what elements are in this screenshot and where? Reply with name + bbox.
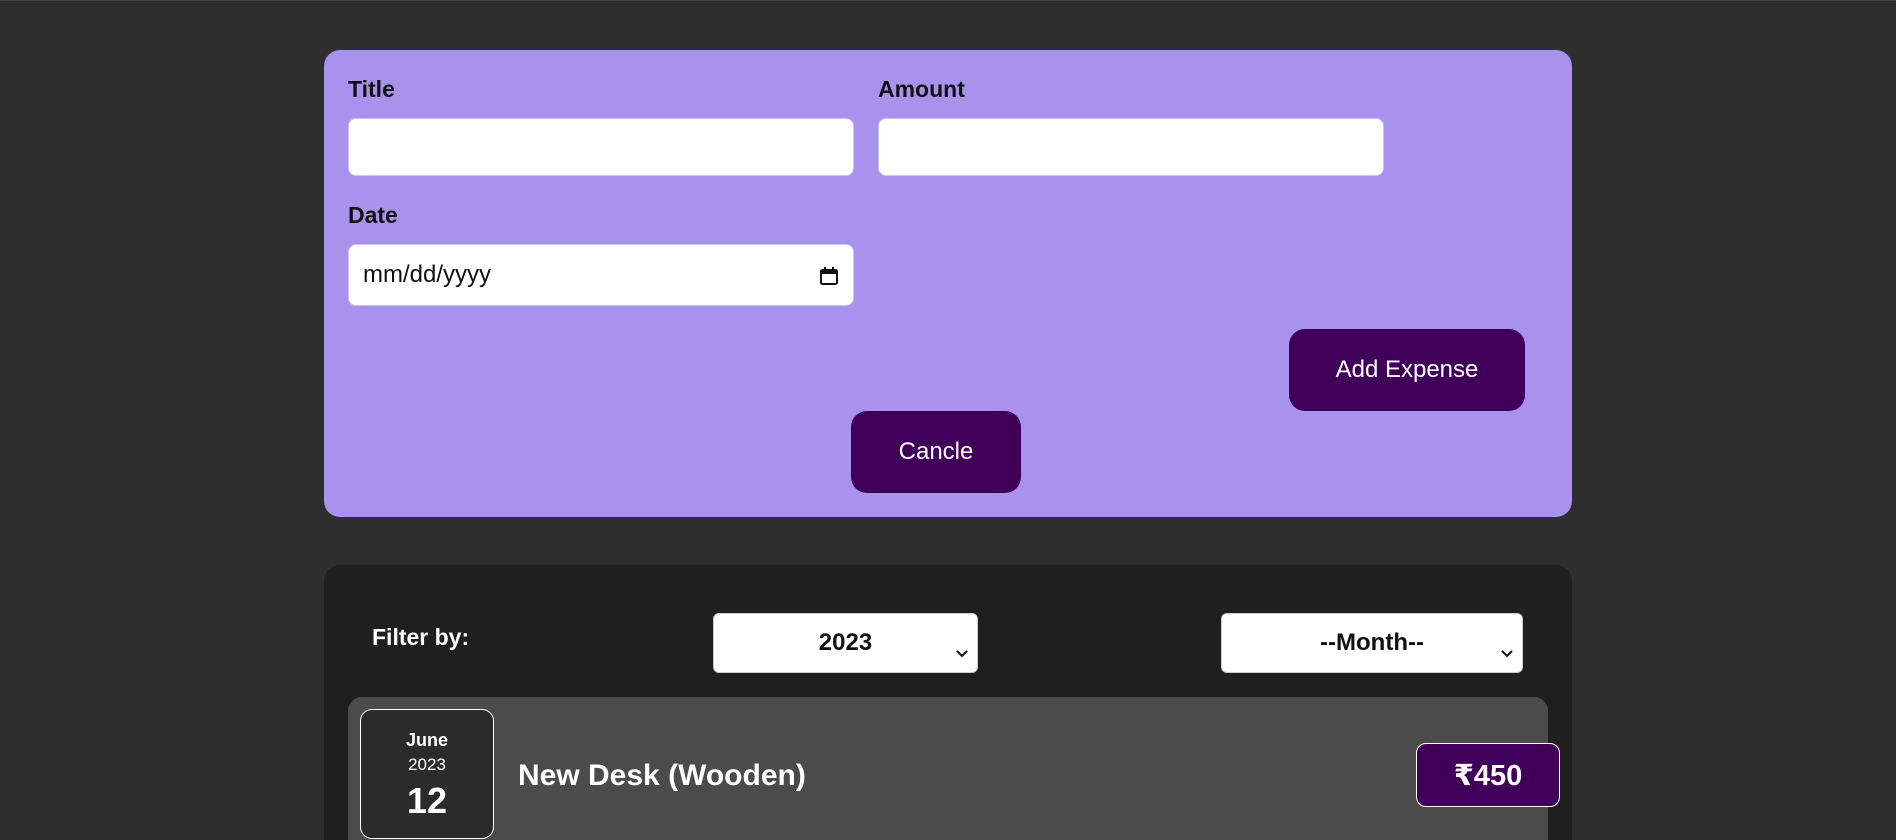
expense-title: New Desk (Wooden) [518, 759, 806, 792]
amount-input[interactable] [878, 118, 1384, 176]
expense-year: 2023 [408, 755, 446, 774]
amount-label: Amount [878, 76, 965, 102]
new-expense-form: Title Amount Date mm/dd/yyyy Add Expense… [324, 50, 1572, 517]
date-label: Date [348, 202, 398, 228]
title-input[interactable] [348, 118, 854, 176]
add-expense-button[interactable]: Add Expense [1289, 329, 1525, 411]
expense-date: June 2023 12 [360, 709, 494, 839]
expense-amount: ₹450 [1416, 743, 1560, 807]
date-placeholder: mm/dd/yyyy [363, 261, 492, 288]
cancel-button[interactable]: Cancle [851, 411, 1021, 493]
expense-month: June [405, 730, 448, 750]
month-select-value: --Month-- [1320, 629, 1424, 656]
date-input[interactable]: mm/dd/yyyy [348, 244, 854, 306]
chevron-down-icon [955, 638, 969, 658]
year-select-value: 2023 [818, 629, 873, 656]
page: Title Amount Date mm/dd/yyyy Add Expense… [0, 0, 1896, 840]
title-label: Title [348, 76, 395, 102]
expense-item[interactable]: June 2023 12 New Desk (Wooden) ₹450 [348, 697, 1560, 840]
expense-day: 12 [406, 780, 448, 821]
filter-label: Filter by: [372, 624, 470, 650]
expenses-panel: Filter by: 2023 --Month-- June 2023 12 N… [324, 565, 1572, 840]
month-select[interactable]: --Month-- [1221, 613, 1523, 673]
year-select[interactable]: 2023 [713, 613, 978, 673]
chevron-down-icon [1500, 638, 1514, 658]
calendar-icon[interactable] [819, 265, 839, 285]
